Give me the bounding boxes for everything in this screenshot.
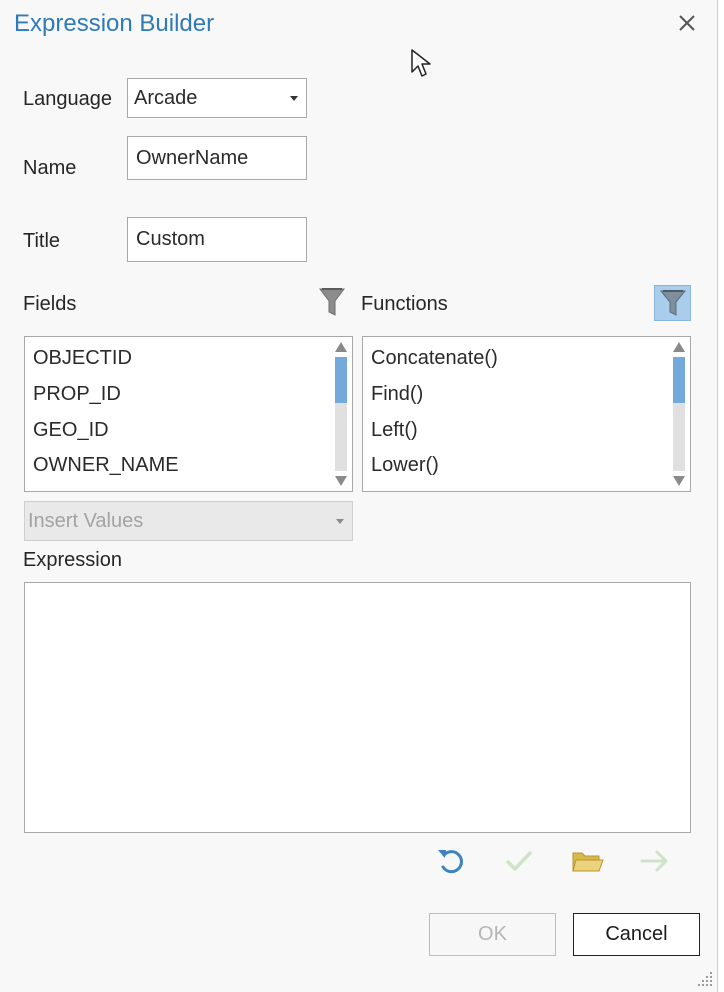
expression-editor[interactable] <box>24 582 691 833</box>
language-value: Arcade <box>134 86 198 109</box>
title-label: Title <box>23 230 61 252</box>
close-icon <box>679 15 695 31</box>
chevron-down-icon <box>290 96 298 101</box>
functions-label: Functions <box>361 293 448 315</box>
open-button[interactable] <box>568 842 606 880</box>
name-label: Name <box>23 157 77 179</box>
list-item[interactable]: Find() <box>371 379 661 409</box>
scroll-down-icon[interactable] <box>673 476 685 486</box>
cancel-button[interactable]: Cancel <box>573 913 700 956</box>
scrollbar-thumb[interactable] <box>673 357 685 403</box>
run-button <box>636 842 674 880</box>
scrollbar-thumb[interactable] <box>335 357 347 403</box>
mouse-cursor-icon <box>411 49 431 77</box>
list-item[interactable]: OWNER_NAME <box>33 450 323 480</box>
fields-scrollbar[interactable] <box>334 339 348 489</box>
list-item[interactable]: Lower() <box>371 450 661 480</box>
filter-icon <box>659 290 686 316</box>
ok-button: OK <box>429 913 556 956</box>
check-icon <box>506 851 532 871</box>
list-item[interactable]: OBJECTID <box>33 343 323 373</box>
functions-list[interactable]: Concatenate() Find() Left() Lower() <box>362 336 691 492</box>
undo-icon <box>438 850 463 874</box>
expression-label: Expression <box>23 549 122 571</box>
arrow-right-icon <box>640 850 668 872</box>
name-input[interactable] <box>127 136 307 180</box>
scroll-up-icon[interactable] <box>335 342 347 352</box>
fields-label: Fields <box>23 293 77 315</box>
expression-builder-dialog: Expression Builder Language Arcade Name … <box>0 0 718 992</box>
language-label: Language <box>23 88 112 110</box>
folder-open-icon <box>572 852 604 872</box>
verify-button <box>500 842 538 880</box>
insert-values-placeholder: Insert Values <box>28 509 144 532</box>
insert-values-select: Insert Values <box>24 501 353 541</box>
list-item[interactable]: Concatenate() <box>371 343 661 373</box>
scroll-up-icon[interactable] <box>673 342 685 352</box>
functions-filter-button[interactable] <box>654 285 691 321</box>
list-item[interactable]: GEO_ID <box>33 415 323 445</box>
filter-icon <box>319 288 345 316</box>
functions-scrollbar[interactable] <box>672 339 686 489</box>
resize-grip-icon[interactable] <box>694 968 714 988</box>
close-button[interactable] <box>672 8 702 38</box>
dialog-title: Expression Builder <box>14 10 215 37</box>
chevron-down-icon <box>336 519 344 524</box>
scroll-down-icon[interactable] <box>335 476 347 486</box>
list-item[interactable]: PROP_ID <box>33 379 323 409</box>
undo-button[interactable] <box>432 842 470 880</box>
list-item[interactable]: Left() <box>371 415 661 445</box>
title-input[interactable] <box>127 217 307 262</box>
language-select[interactable]: Arcade <box>127 78 307 118</box>
fields-filter-button[interactable] <box>314 284 350 320</box>
fields-list[interactable]: OBJECTID PROP_ID GEO_ID OWNER_NAME <box>24 336 353 492</box>
